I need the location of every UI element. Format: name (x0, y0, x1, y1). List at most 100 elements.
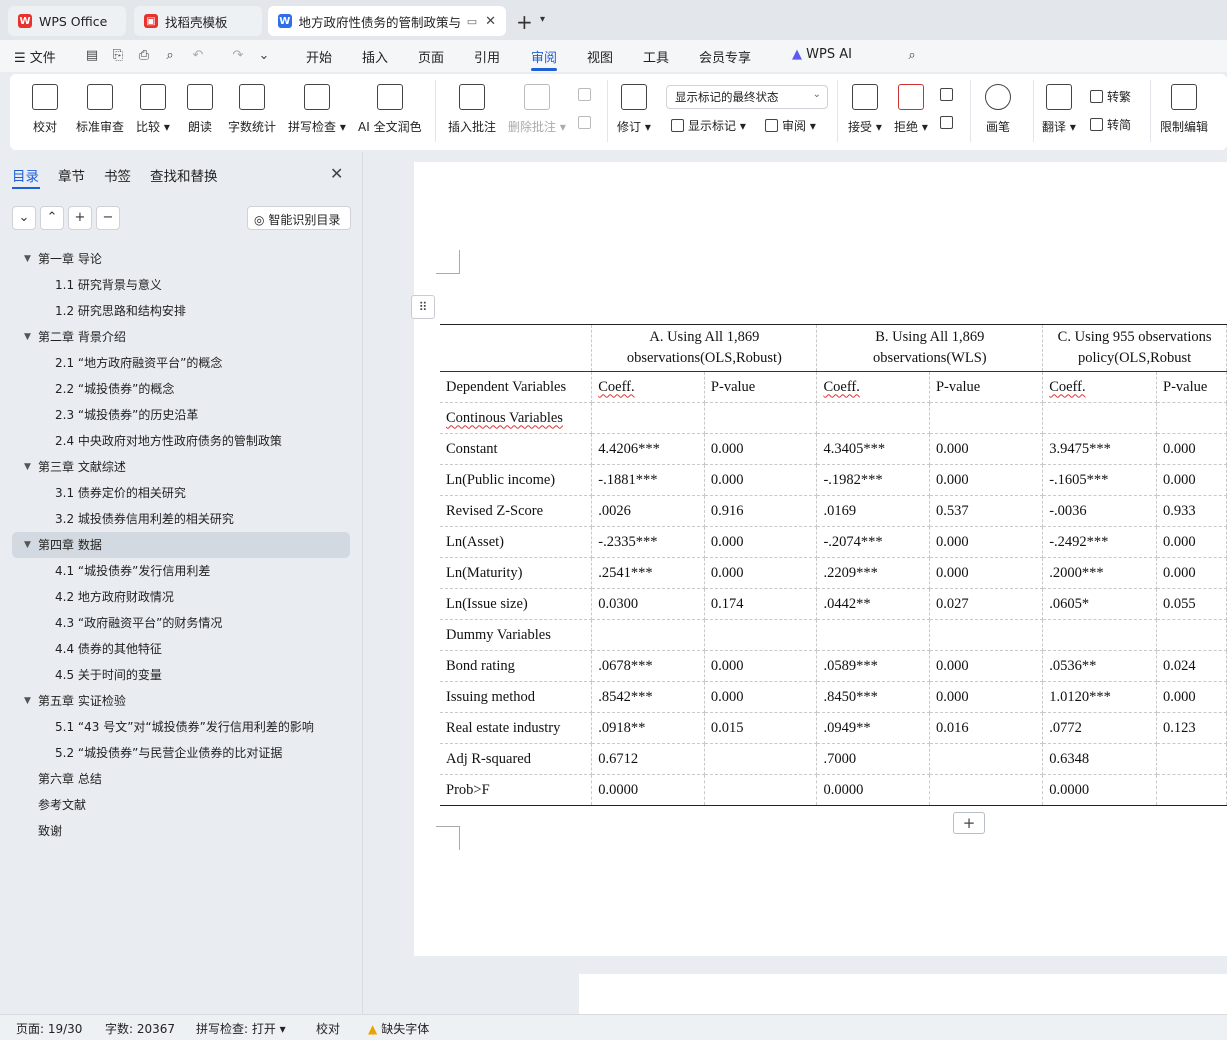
print-icon[interactable]: ⎙ (136, 48, 152, 64)
table-cell[interactable]: P-value (704, 371, 818, 403)
menu-wps-ai[interactable]: ▲ WPS AI (792, 47, 852, 62)
toc-item[interactable]: 2.2 “城投债券”的概念 (0, 376, 362, 402)
previous-comment-icon[interactable] (578, 88, 595, 102)
table-cell[interactable] (591, 619, 705, 651)
table-cell[interactable]: 0.174 (704, 588, 818, 620)
table-cell[interactable]: 0.537 (929, 495, 1044, 527)
accept-button[interactable]: 接受 ▾ (848, 74, 882, 150)
toc-item[interactable]: ▼ 第三章 文献综述 (0, 454, 362, 480)
table-cell[interactable]: .0678*** (591, 650, 705, 682)
menu-review[interactable]: 审阅 (531, 47, 557, 66)
table-cell[interactable] (929, 774, 1044, 806)
table-cell[interactable]: P-value (929, 371, 1044, 403)
table-cell[interactable]: -.1982*** (816, 464, 930, 496)
caret-down-icon[interactable]: ▼ (24, 324, 31, 350)
table-cell[interactable]: -.2074*** (816, 526, 930, 558)
table-cell[interactable]: Real estate industry (440, 712, 593, 744)
toc-item[interactable]: ▼ 第二章 背景介绍 (0, 324, 362, 350)
search-icon[interactable]: ⌕ (904, 48, 920, 64)
table-cell[interactable]: 0.000 (929, 650, 1044, 682)
table-cell[interactable]: B. Using All 1,869 observations(WLS) (816, 324, 1044, 372)
table-cell[interactable]: 4.4206*** (591, 433, 705, 465)
table-cell[interactable]: .2541*** (591, 557, 705, 589)
table-cell[interactable]: 0.000 (1156, 433, 1227, 465)
menu-home[interactable]: 开始 (306, 47, 332, 66)
table-cell[interactable] (1156, 402, 1227, 434)
toc-item[interactable]: 4.1 “城投债券”发行信用利差 (0, 558, 362, 584)
table-cell[interactable]: 0.015 (704, 712, 818, 744)
menu-tools[interactable]: 工具 (643, 47, 669, 66)
table-cell[interactable]: Coeff. (816, 371, 930, 403)
toc-item[interactable]: ▼ 第一章 导论 (0, 246, 362, 272)
print-preview-icon[interactable]: ⌕ (162, 48, 178, 64)
tab-bookmarks[interactable]: 书签 (104, 165, 131, 185)
table-cell[interactable]: 1.0120*** (1042, 681, 1158, 713)
table-cell[interactable]: Issuing method (440, 681, 593, 713)
caret-down-icon[interactable]: ▼ (24, 688, 31, 714)
table-cell[interactable]: Coeff. (1042, 371, 1158, 403)
table-cell[interactable]: .0536** (1042, 650, 1158, 682)
table-cell[interactable]: -.2492*** (1042, 526, 1158, 558)
read-aloud-button[interactable]: 朗读 (187, 74, 213, 150)
table-cell[interactable]: 0.123 (1156, 712, 1227, 744)
table-cell[interactable]: Ln(Maturity) (440, 557, 593, 589)
table-cell[interactable]: 4.3405*** (816, 433, 930, 465)
toc-item[interactable]: 5.2 “城投债券”与民营企业债券的比对证据 (0, 740, 362, 766)
table-cell[interactable]: 0.000 (929, 526, 1044, 558)
table-cell[interactable]: .0589*** (816, 650, 930, 682)
close-icon[interactable]: ✕ (485, 14, 496, 29)
table-cell[interactable]: 0.000 (1156, 526, 1227, 558)
ai-polish-button[interactable]: AI 全文润色 (358, 74, 422, 150)
toc-item[interactable]: 致谢 (0, 818, 362, 844)
table-cell[interactable] (591, 402, 705, 434)
insert-comment-button[interactable]: 插入批注 (448, 74, 496, 150)
translate-button[interactable]: 翻译 ▾ (1042, 74, 1076, 150)
table-cell[interactable]: .8542*** (591, 681, 705, 713)
table-cell[interactable]: 0.016 (929, 712, 1044, 744)
menu-insert[interactable]: 插入 (362, 47, 388, 66)
review-pane-button[interactable]: 审阅 ▾ (765, 117, 816, 134)
delete-comment-button[interactable]: 删除批注 ▾ (508, 74, 566, 150)
caret-down-icon[interactable]: ▼ (24, 454, 31, 480)
table-cell[interactable]: 0.000 (704, 650, 818, 682)
collapse-all-button[interactable]: ⌄ (12, 206, 36, 230)
table-cell[interactable]: Dummy Variables (440, 619, 593, 651)
table-cell[interactable]: 0.6348 (1042, 743, 1158, 775)
previous-change-icon[interactable] (940, 88, 957, 102)
track-changes-button[interactable]: 修订 ▾ (617, 74, 651, 150)
table-cell[interactable]: .0772 (1042, 712, 1158, 744)
tab-sections[interactable]: 章节 (58, 165, 85, 185)
table-cell[interactable]: .0169 (816, 495, 930, 527)
table-cell[interactable]: 0.000 (929, 557, 1044, 589)
page-indicator[interactable]: 页面: 19/30 (16, 1020, 82, 1037)
restrict-edit-button[interactable]: 限制编辑 (1160, 74, 1208, 150)
table-cell[interactable]: A. Using All 1,869 observations(OLS,Robus… (591, 324, 818, 372)
compare-button[interactable]: 比较 ▾ (136, 74, 170, 150)
table-cell[interactable]: Dependent Variables (440, 371, 593, 403)
table-cell[interactable]: 0.000 (929, 681, 1044, 713)
table-cell[interactable]: Continous Variables (440, 402, 593, 434)
table-cell[interactable]: Bond rating (440, 650, 593, 682)
table-cell[interactable]: C. Using 955 observations policy(OLS,Robu… (1042, 324, 1227, 372)
monitor-icon[interactable]: ▭ (467, 15, 477, 28)
expand-button[interactable]: ⌃ (40, 206, 64, 230)
table-cell[interactable]: 0.024 (1156, 650, 1227, 682)
table-cell[interactable]: Constant (440, 433, 593, 465)
close-icon[interactable]: ✕ (330, 164, 343, 183)
table-cell[interactable]: Ln(Issue size) (440, 588, 593, 620)
table-cell[interactable]: 0.0300 (591, 588, 705, 620)
table-cell[interactable]: 0.000 (704, 464, 818, 496)
table-cell[interactable] (1042, 402, 1158, 434)
chevron-down-icon[interactable]: ⌄ (256, 48, 272, 64)
table-cell[interactable] (440, 324, 593, 372)
proofread-status[interactable]: 校对 (316, 1020, 340, 1037)
proofread-button[interactable]: 校对 (32, 74, 58, 150)
table-cell[interactable]: 0.000 (929, 464, 1044, 496)
table-cell[interactable] (704, 774, 818, 806)
caret-down-icon[interactable]: ▼ (24, 532, 31, 558)
menu-reference[interactable]: 引用 (474, 47, 500, 66)
add-heading-button[interactable]: + (68, 206, 92, 230)
table-cell[interactable]: Ln(Public income) (440, 464, 593, 496)
tab-document[interactable]: W 地方政府性债务的管制政策与 ▭ ✕ (268, 6, 506, 36)
table-cell[interactable]: .2209*** (816, 557, 930, 589)
